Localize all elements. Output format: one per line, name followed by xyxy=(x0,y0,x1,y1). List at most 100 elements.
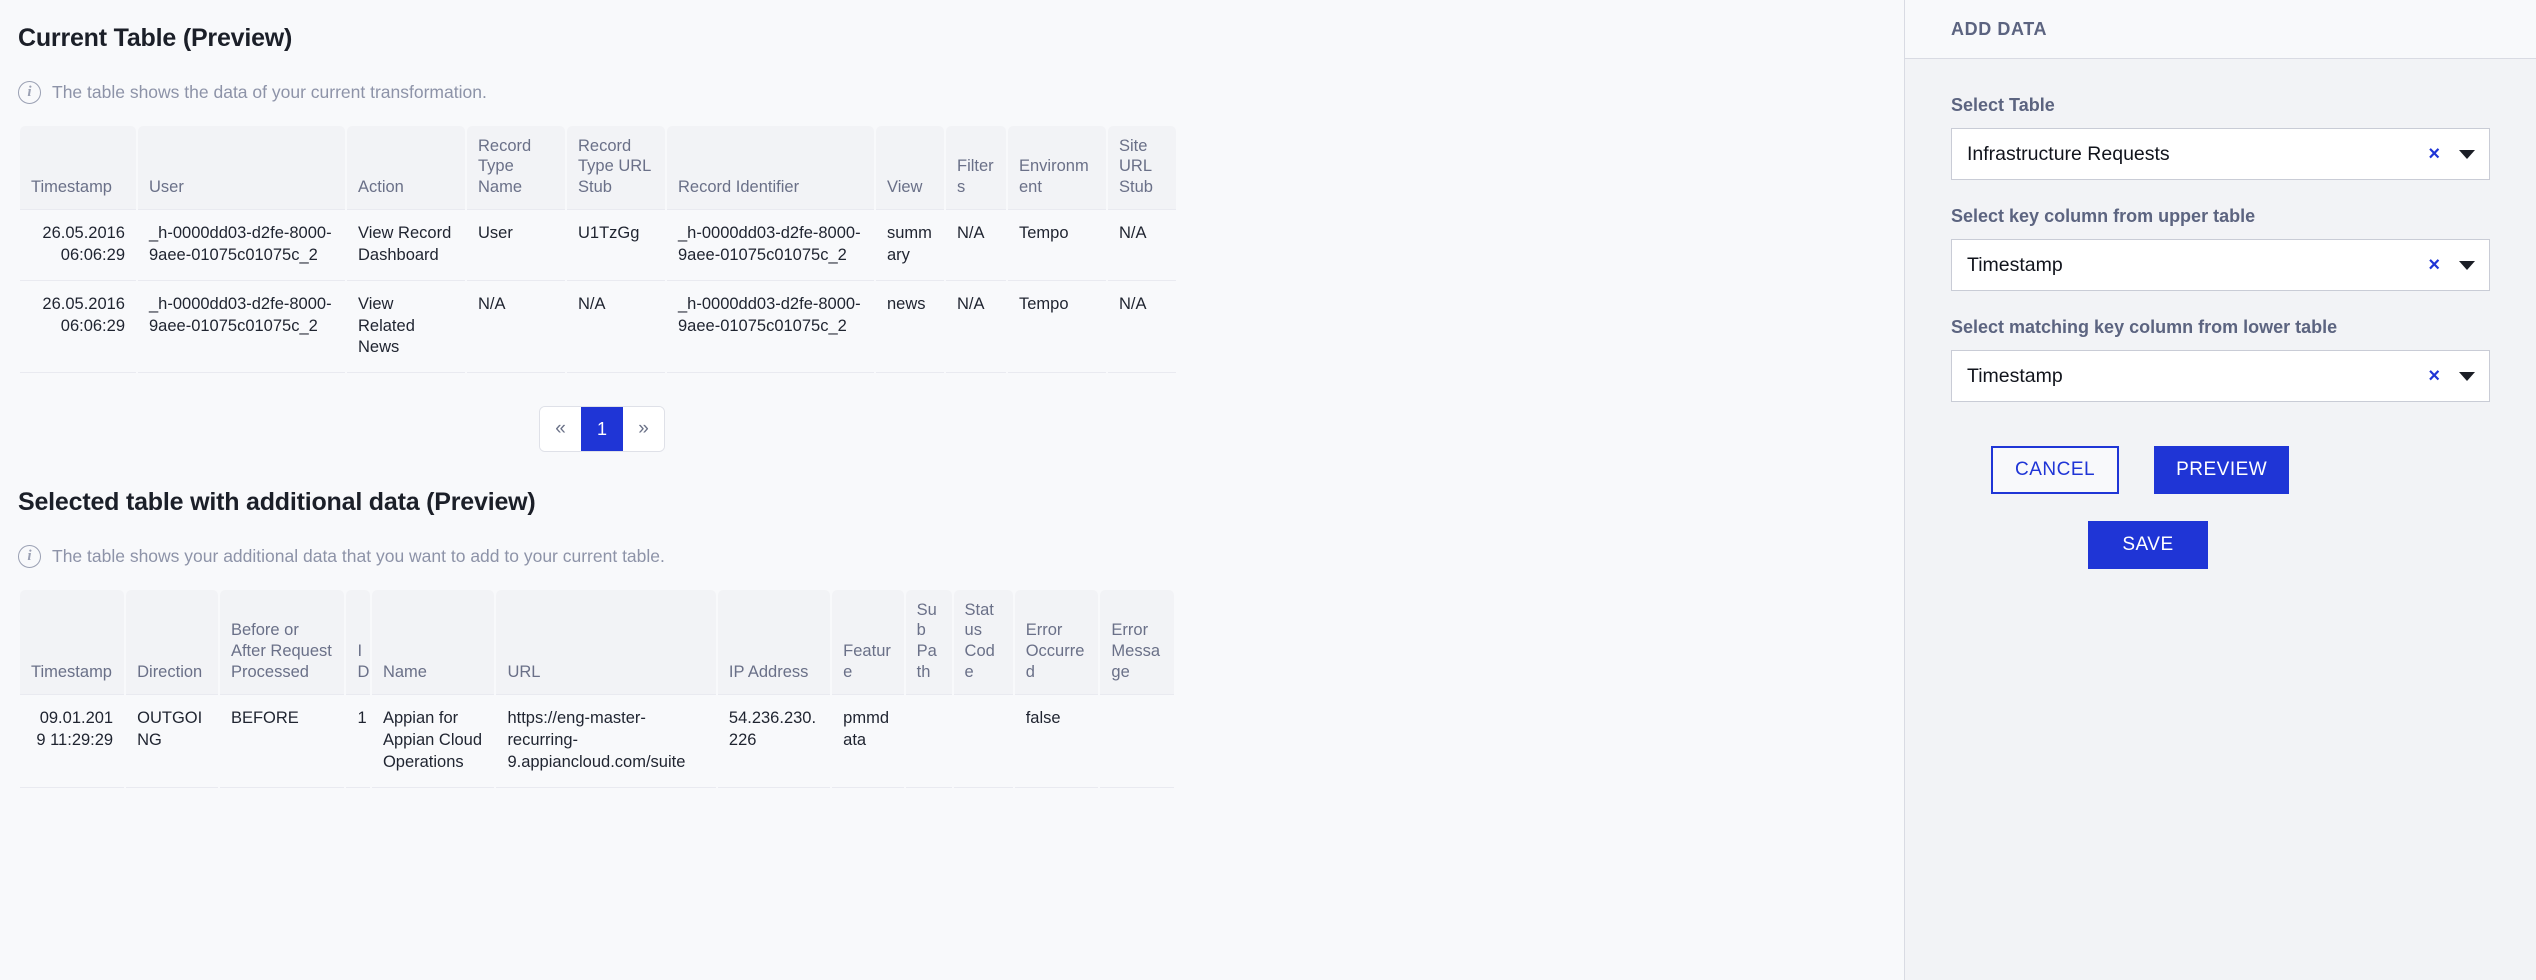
column-header-record-type-name[interactable]: Record Type Name xyxy=(467,125,565,210)
cell-timestamp: 26.05.2016 06:06:29 xyxy=(20,281,136,374)
cell-user: _h-0000dd03-d2fe-8000-9aee-01075c01075c_… xyxy=(138,281,345,374)
current-table-hint-text: The table shows the data of your current… xyxy=(52,81,487,102)
cell-view: news xyxy=(876,281,944,374)
column-header-record-type-url-stub[interactable]: Record Type URL Stub xyxy=(567,125,665,210)
clear-icon[interactable]: × xyxy=(2428,144,2440,164)
column-header-environment[interactable]: Environment xyxy=(1008,125,1106,210)
pagination-row: « 1 » xyxy=(18,406,1186,453)
cell-before-after: BEFORE xyxy=(219,694,345,788)
cell-url: https://eng-master-recurring-9.appianclo… xyxy=(496,694,716,788)
cell-record-type-name: User xyxy=(467,209,565,281)
selected-table-wrapper: Timestamp Direction Before or After Requ… xyxy=(18,589,1874,788)
cell-environment: Tempo xyxy=(1008,209,1106,281)
column-header-url[interactable]: URL xyxy=(496,589,716,695)
cell-record-identifier: _h-0000dd03-d2fe-8000-9aee-01075c01075c_… xyxy=(667,281,874,374)
app-root: Current Table (Preview) i The table show… xyxy=(0,0,2536,980)
cell-name: Appian for Appian Cloud Operations xyxy=(371,694,495,788)
panel-save-row: SAVE xyxy=(1951,521,2490,569)
table-row: 26.05.2016 06:06:29 _h-0000dd03-d2fe-800… xyxy=(20,209,1176,281)
cell-site-url-stub: N/A xyxy=(1108,281,1176,374)
cell-environment: Tempo xyxy=(1008,281,1106,374)
clear-icon[interactable]: × xyxy=(2428,255,2440,275)
select-upper-key-value: Timestamp xyxy=(1967,253,2063,276)
pagination-prev-button[interactable]: « xyxy=(540,407,581,452)
column-header-timestamp[interactable]: Timestamp xyxy=(20,125,136,210)
selected-table-head: Timestamp Direction Before or After Requ… xyxy=(20,589,1174,695)
column-header-status-code[interactable]: Status Code xyxy=(953,589,1013,695)
cell-sub-path xyxy=(905,694,952,788)
current-table-wrapper: Timestamp User Action Record Type Name R… xyxy=(18,125,1874,374)
column-header-feature[interactable]: Feature xyxy=(832,589,904,695)
select-upper-key-dropdown[interactable]: Timestamp × xyxy=(1951,239,2490,291)
info-icon: i xyxy=(18,80,41,104)
current-table-title: Current Table (Preview) xyxy=(18,24,293,52)
pagination-next-button[interactable]: » xyxy=(623,407,664,452)
selected-table: Timestamp Direction Before or After Requ… xyxy=(18,589,1176,788)
column-header-record-identifier[interactable]: Record Identifier xyxy=(667,125,874,210)
current-table-head: Timestamp User Action Record Type Name R… xyxy=(20,125,1176,210)
main-content: Current Table (Preview) i The table show… xyxy=(0,0,1904,980)
cell-record-type-url-stub: N/A xyxy=(567,281,665,374)
column-header-view[interactable]: View xyxy=(876,125,944,210)
selected-table-hint: i The table shows your additional data t… xyxy=(18,544,1874,568)
select-upper-key-label: Select key column from upper table xyxy=(1951,206,2256,226)
add-data-panel-body: Select Table Infrastructure Requests × S… xyxy=(1905,59,2536,980)
cell-action: View Related News xyxy=(347,281,465,374)
selected-table-header-row: Timestamp Direction Before or After Requ… xyxy=(20,589,1174,695)
cell-filters: N/A xyxy=(946,281,1006,374)
pagination: « 1 » xyxy=(539,406,665,453)
cell-status-code xyxy=(953,694,1013,788)
column-header-user[interactable]: User xyxy=(138,125,345,210)
select-table-dropdown[interactable]: Infrastructure Requests × xyxy=(1951,128,2490,180)
table-row: 26.05.2016 06:06:29 _h-0000dd03-d2fe-800… xyxy=(20,281,1176,374)
cell-view: summary xyxy=(876,209,944,281)
selected-table-hint-text: The table shows your additional data tha… xyxy=(52,545,665,566)
cell-record-type-url-stub: U1TzGg xyxy=(567,209,665,281)
chevron-down-icon[interactable] xyxy=(2459,371,2475,381)
info-icon: i xyxy=(18,544,41,568)
column-header-site-url-stub[interactable]: Site URL Stub xyxy=(1108,125,1176,210)
column-header-action[interactable]: Action xyxy=(347,125,465,210)
cell-record-identifier: _h-0000dd03-d2fe-8000-9aee-01075c01075c_… xyxy=(667,209,874,281)
column-header-ip-address[interactable]: IP Address xyxy=(717,589,831,695)
column-header-before-or-after-request-processed[interactable]: Before or After Request Processed xyxy=(219,589,345,695)
select-table-value: Infrastructure Requests xyxy=(1967,142,2170,165)
cell-ip-address: 54.236.230.226 xyxy=(717,694,831,788)
cell-user: _h-0000dd03-d2fe-8000-9aee-01075c01075c_… xyxy=(138,209,345,281)
current-table-hint: i The table shows the data of your curre… xyxy=(18,80,1874,104)
panel-button-row: CANCEL PREVIEW xyxy=(1951,446,2490,494)
select-lower-key-value: Timestamp xyxy=(1967,364,2063,387)
current-table-header-row: Timestamp User Action Record Type Name R… xyxy=(20,125,1176,210)
cancel-button[interactable]: CANCEL xyxy=(1991,446,2120,494)
select-lower-key-dropdown[interactable]: Timestamp × xyxy=(1951,350,2490,402)
column-header-direction[interactable]: Direction xyxy=(126,589,218,695)
select-lower-key-label: Select matching key column from lower ta… xyxy=(1951,317,2338,337)
column-header-error-message[interactable]: Error Message xyxy=(1100,589,1174,695)
current-table: Timestamp User Action Record Type Name R… xyxy=(18,125,1178,374)
add-data-panel: ADD DATA Select Table Infrastructure Req… xyxy=(1904,0,2536,980)
cell-feature: pmmdata xyxy=(832,694,904,788)
column-header-filters[interactable]: Filters xyxy=(946,125,1006,210)
add-data-panel-title: ADD DATA xyxy=(1951,18,2048,39)
column-header-name[interactable]: Name xyxy=(371,589,495,695)
column-header-timestamp[interactable]: Timestamp xyxy=(20,589,125,695)
selected-table-body: 09.01.2019 11:29:29 OUTGOING BEFORE 1 Ap… xyxy=(20,694,1174,788)
column-header-id[interactable]: ID xyxy=(346,589,370,695)
cell-error-message xyxy=(1100,694,1174,788)
add-data-panel-header: ADD DATA xyxy=(1905,0,2536,59)
cell-site-url-stub: N/A xyxy=(1108,209,1176,281)
chevron-down-icon[interactable] xyxy=(2459,149,2475,159)
cell-record-type-name: N/A xyxy=(467,281,565,374)
clear-icon[interactable]: × xyxy=(2428,366,2440,386)
save-button[interactable]: SAVE xyxy=(2088,521,2208,569)
cell-action: View Record Dashboard xyxy=(347,209,465,281)
chevron-down-icon[interactable] xyxy=(2459,260,2475,270)
column-header-error-occurred[interactable]: Error Occurred xyxy=(1014,589,1099,695)
selected-table-title: Selected table with additional data (Pre… xyxy=(18,488,536,517)
cell-error-occurred: false xyxy=(1014,694,1099,788)
pagination-page-1-button[interactable]: 1 xyxy=(581,407,623,452)
cell-timestamp: 09.01.2019 11:29:29 xyxy=(20,694,125,788)
preview-button[interactable]: PREVIEW xyxy=(2154,446,2290,494)
select-table-label: Select Table xyxy=(1951,95,2055,115)
column-header-sub-path[interactable]: Sub Path xyxy=(905,589,952,695)
